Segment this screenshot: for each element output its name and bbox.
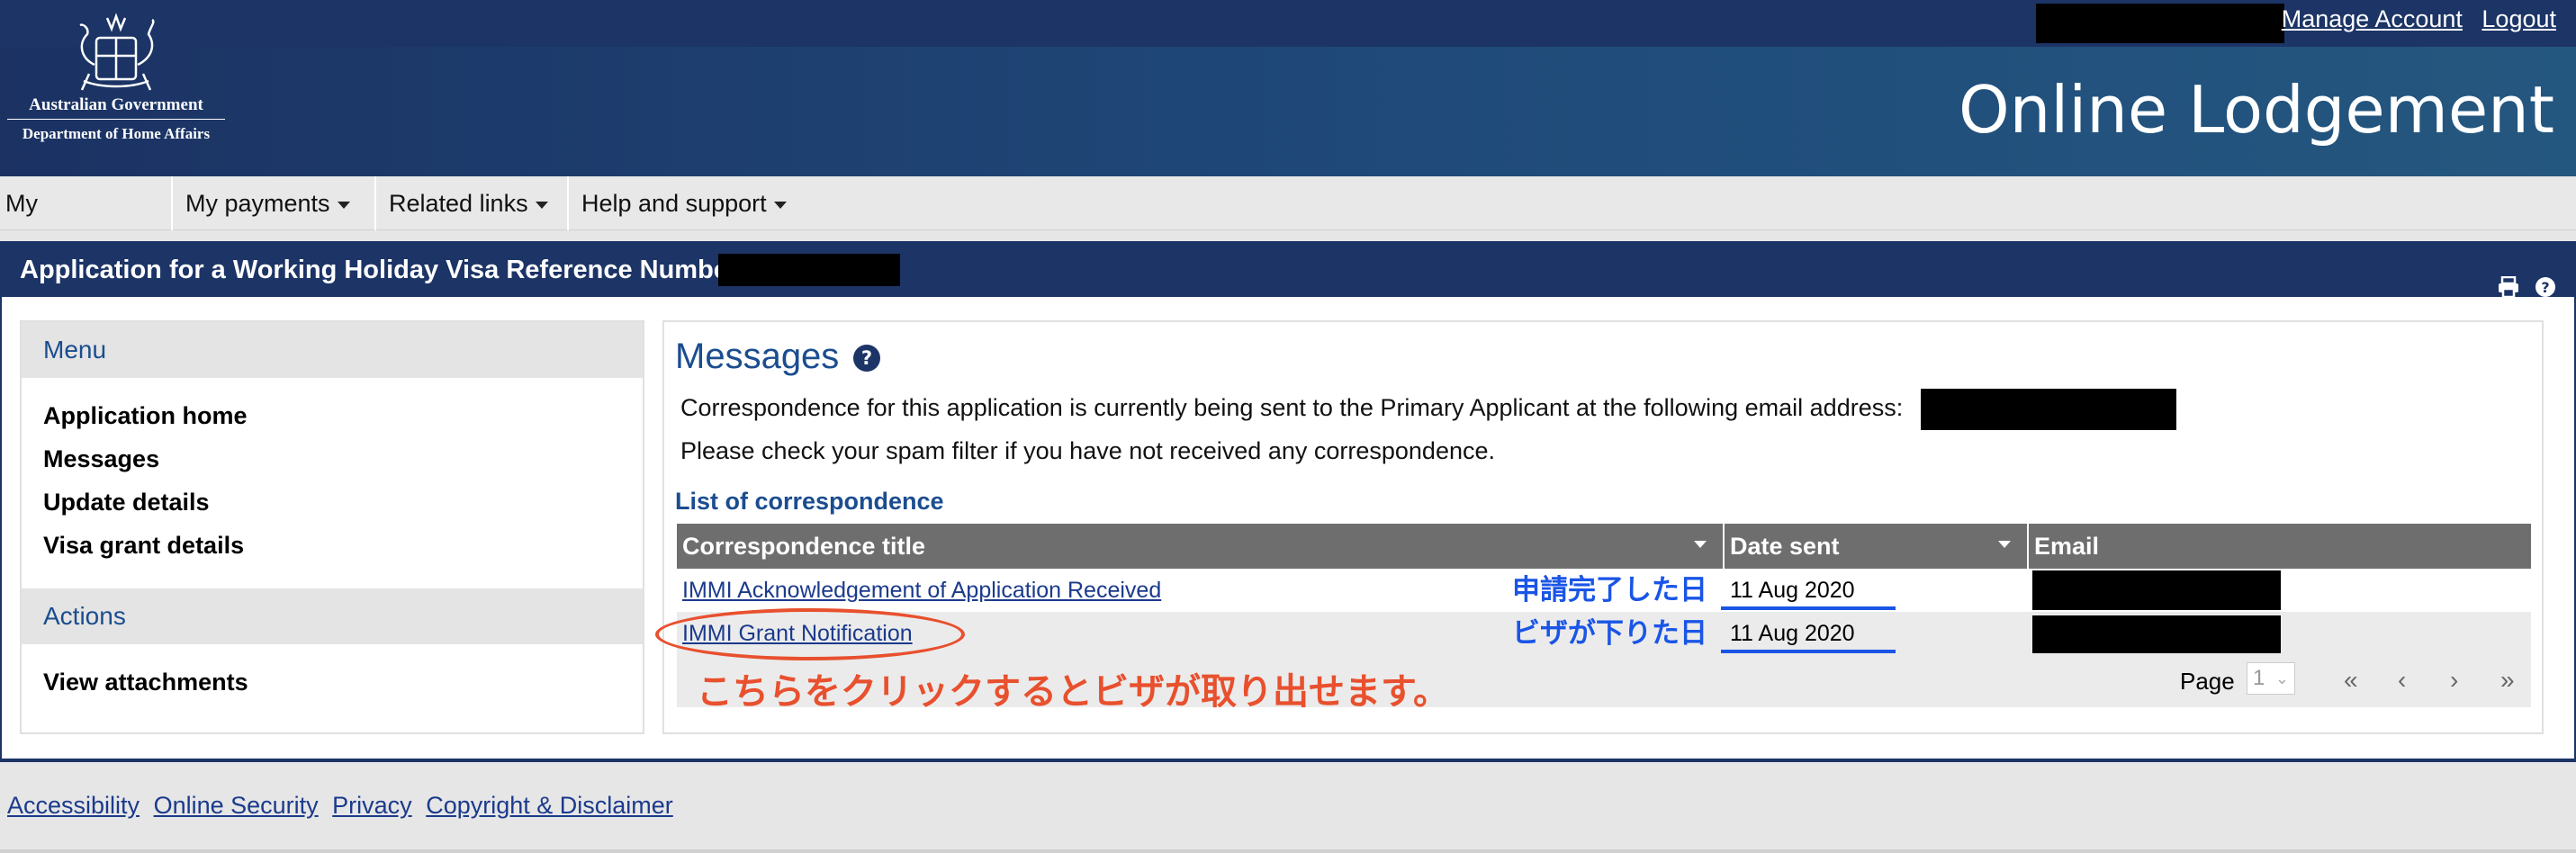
footer-link-online-security[interactable]: Online Security <box>154 792 319 819</box>
last-page-button[interactable]: » <box>2500 666 2515 695</box>
footer-links: Accessibility Online Security Privacy Co… <box>7 792 680 820</box>
logo-text-government: Australian Government <box>29 95 203 114</box>
sidebar-item-messages[interactable]: Messages <box>22 437 643 480</box>
spam-filter-text: Please check your spam filter if you hav… <box>680 437 1495 464</box>
logout-link[interactable]: Logout <box>2481 5 2556 32</box>
sort-down-icon[interactable] <box>1998 541 2011 548</box>
messages-section: Messages ? Correspondence for this appli… <box>655 320 2544 734</box>
caret-down-icon <box>773 201 787 209</box>
application-panel: Application for a Working Holiday Visa R… <box>0 241 2576 760</box>
actions-heading: Actions <box>22 588 643 644</box>
page-label: Page <box>2180 668 2235 695</box>
sidebar-item-update-details[interactable]: Update details <box>22 480 643 524</box>
footer-link-accessibility[interactable]: Accessibility <box>7 792 140 819</box>
annotation-underline <box>1721 650 1896 653</box>
date-sent: 11 Aug 2020 <box>1730 621 1855 646</box>
prev-page-button[interactable]: ‹ <box>2398 666 2406 695</box>
site-header: Australian Government Department of Home… <box>0 0 2576 176</box>
sidebar-item-visa-grant-details[interactable]: Visa grant details <box>22 524 643 567</box>
caret-down-icon <box>337 201 350 209</box>
footer-link-privacy[interactable]: Privacy <box>332 792 412 819</box>
page-select[interactable]: 1 ⌄ <box>2247 662 2295 695</box>
nav-related-links[interactable]: Related links <box>376 176 569 230</box>
nav-label: My payments <box>185 190 330 217</box>
bottom-bar <box>0 849 2576 853</box>
nav-my-applications[interactable]: My applications <box>0 176 173 271</box>
redacted-email <box>2032 570 2281 610</box>
correspondence-text: Correspondence for this application is c… <box>680 394 1904 421</box>
sidebar-item-application-home[interactable]: Application home <box>22 394 643 437</box>
column-header-title[interactable]: Correspondence title <box>677 524 925 569</box>
svg-text:?: ? <box>2541 279 2549 296</box>
caret-down-icon <box>535 201 548 209</box>
print-icon[interactable] <box>2497 276 2520 299</box>
annotation-circle <box>655 608 965 660</box>
redacted-email <box>2032 615 2281 653</box>
site-title: Online Lodgement <box>1958 72 2554 148</box>
column-header-email[interactable]: Email <box>2027 524 2099 569</box>
logo-text-department: Department of Home Affairs <box>22 125 211 142</box>
annotation-callout: こちらをクリックするとビザが取り出せます。 <box>697 672 1449 712</box>
sidebar: Menu Application home Messages Update de… <box>20 320 644 734</box>
manage-account-link[interactable]: Manage Account <box>2282 5 2463 32</box>
redacted-reference-number <box>718 254 900 286</box>
annotation-application-date: 申請完了した日 <box>1512 574 1707 606</box>
government-logo[interactable]: Australian Government Department of Home… <box>5 11 227 155</box>
nav-label: Related links <box>389 190 528 217</box>
correspondence-link-acknowledgement[interactable]: IMMI Acknowledgement of Application Rece… <box>682 578 1161 603</box>
help-icon[interactable]: ? <box>852 344 881 373</box>
panel-header: Application for a Working Holiday Visa R… <box>2 243 2574 299</box>
svg-text:?: ? <box>861 347 872 369</box>
redacted-email <box>1921 389 2176 430</box>
annotation-grant-date: ビザが下りた日 <box>1512 617 1707 649</box>
messages-title: Messages ? <box>675 337 881 377</box>
sort-down-icon[interactable] <box>1694 541 1707 548</box>
footer-link-copyright[interactable]: Copyright & Disclaimer <box>426 792 673 819</box>
logo-divider <box>7 119 225 120</box>
chevron-down-icon: ⌄ <box>2274 669 2289 687</box>
panel-icons: ? <box>2497 259 2556 313</box>
column-header-date[interactable]: Date sent <box>1723 524 1840 569</box>
table-header: Correspondence title Date sent Email <box>677 524 2531 569</box>
sidebar-item-view-attachments[interactable]: View attachments <box>22 660 643 704</box>
date-sent: 11 Aug 2020 <box>1730 578 1855 603</box>
help-icon[interactable]: ? <box>2535 276 2556 298</box>
page-select-value: 1 <box>2253 666 2265 690</box>
menu-heading: Menu <box>22 322 643 378</box>
coat-of-arms-icon <box>79 13 155 91</box>
application-title: Application for a Working Holiday Visa R… <box>20 256 761 284</box>
next-page-button[interactable]: › <box>2450 666 2458 695</box>
nav-help-and-support[interactable]: Help and support <box>569 176 806 230</box>
nav-label: Help and support <box>581 190 767 217</box>
messages-title-text: Messages <box>675 337 840 376</box>
main-nav: My applications My payments Related link… <box>0 176 2576 271</box>
table-row: IMMI Acknowledgement of Application Rece… <box>677 569 2531 612</box>
list-title: List of correspondence <box>675 488 944 515</box>
first-page-button[interactable]: « <box>2344 666 2358 695</box>
redacted-username <box>2036 4 2284 43</box>
nav-my-payments[interactable]: My payments <box>173 176 376 230</box>
account-links: Manage Account Logout <box>2269 5 2556 33</box>
annotation-underline <box>1721 606 1896 610</box>
footer-divider <box>0 760 2576 762</box>
